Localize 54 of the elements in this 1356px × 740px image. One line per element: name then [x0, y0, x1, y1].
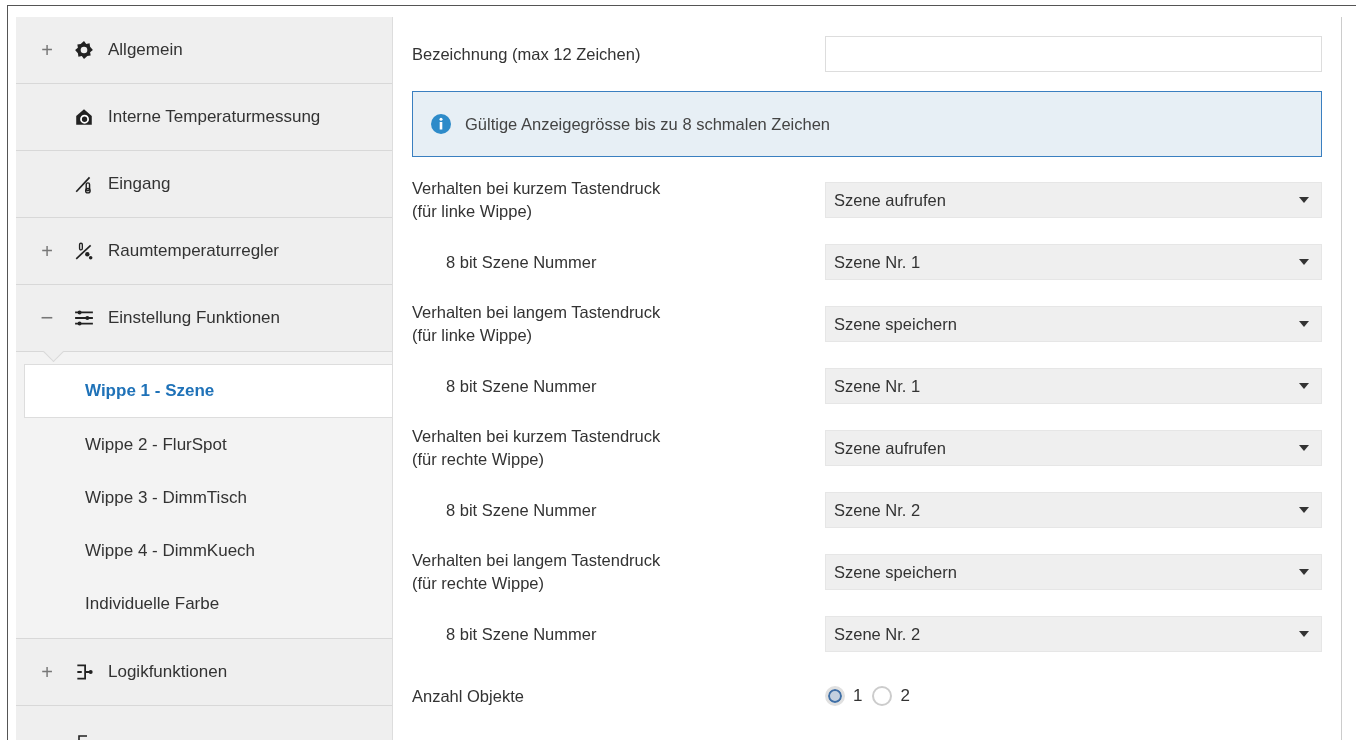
sidebar-subitem[interactable]: Wippe 4 - DimmKuech	[16, 524, 392, 577]
sidebar-item[interactable]: + Raumtemperaturregler	[16, 218, 392, 285]
parameter-label: 8 bit Szene Nummer	[445, 251, 597, 273]
expander-toggle[interactable]: +	[36, 660, 58, 684]
sidebar-item[interactable]: Interne Temperaturmessung	[16, 84, 392, 151]
sidebar-item[interactable]: Eingang	[16, 151, 392, 218]
house-icon	[74, 107, 94, 127]
caret-icon	[1299, 197, 1309, 203]
dropdown[interactable]: Szene aufrufen	[825, 182, 1322, 218]
dropdown[interactable]: Szene Nr. 1	[825, 368, 1322, 404]
parameter-label: Anzahl Objekte	[412, 685, 524, 707]
parameter-label: Verhalten bei langem Tastendruck (für linke Wippe)	[412, 302, 661, 346]
expander-toggle[interactable]: −	[36, 305, 58, 331]
thermometer-icon	[74, 174, 94, 194]
dropdown[interactable]: Szene Nr. 1	[825, 244, 1322, 280]
expander-toggle[interactable]: +	[36, 239, 58, 263]
parameter-label: 8 bit Szene Nummer	[445, 499, 597, 521]
sidebar-subitem[interactable]: Wippe 2 - FlurSpot	[16, 418, 392, 471]
field-label: Bezeichnung (max 12 Zeichen)	[412, 43, 641, 65]
text-field[interactable]	[825, 36, 1322, 72]
radio-button[interactable]	[825, 686, 845, 706]
parameter-label: Verhalten bei kurzem Tastendruck (für rechte Wippe)	[412, 426, 661, 470]
thermostat-icon	[74, 241, 94, 261]
sidebar-item[interactable]: + Allgemein	[16, 17, 392, 84]
parameter-label: Verhalten bei kurzem Tastendruck (für linke Wippe)	[412, 178, 661, 222]
caret-icon	[1299, 569, 1309, 575]
radio-label[interactable]: 1	[853, 686, 863, 706]
dropdown[interactable]: Szene speichern	[825, 306, 1322, 342]
caret-icon	[1299, 507, 1309, 513]
sidebar-subitem[interactable]: Wippe 3 - DimmTisch	[16, 471, 392, 524]
caret-icon	[1299, 259, 1309, 265]
sidebar-item[interactable]: − Einstellung Funktionen	[16, 285, 392, 352]
parameter-label: 8 bit Szene Nummer	[445, 375, 597, 397]
settings-icon	[74, 40, 94, 60]
dropdown[interactable]: Szene Nr. 2	[825, 492, 1322, 528]
info-icon	[431, 114, 451, 134]
caret-icon	[1299, 445, 1309, 451]
sliders-icon	[74, 308, 94, 328]
caret-icon	[1299, 631, 1309, 637]
dropdown[interactable]: Szene speichern	[825, 554, 1322, 590]
info-text: Gültige Anzeigegrösse bis zu 8 schmalen Zeichen	[465, 114, 831, 134]
logic-icon	[74, 662, 94, 682]
sidebar-subitem[interactable]: Wippe 1 - Szene	[24, 364, 392, 418]
dropdown[interactable]: Szene aufrufen	[825, 430, 1322, 466]
dropdown[interactable]: Szene Nr. 2	[825, 616, 1322, 652]
parameter-label: Verhalten bei langem Tastendruck (für rechte Wippe)	[412, 550, 661, 594]
caret-icon	[1299, 321, 1309, 327]
expander-toggle[interactable]: +	[36, 38, 58, 62]
parameter-label: 8 bit Szene Nummer	[445, 623, 597, 645]
radio-label[interactable]: 2	[900, 686, 910, 706]
caret-icon	[1299, 383, 1309, 389]
sidebar-item[interactable]: + Logikfunktionen	[16, 639, 392, 706]
sidebar-subitem[interactable]: Individuelle Farbe	[16, 577, 392, 630]
radio-button[interactable]	[872, 686, 893, 706]
